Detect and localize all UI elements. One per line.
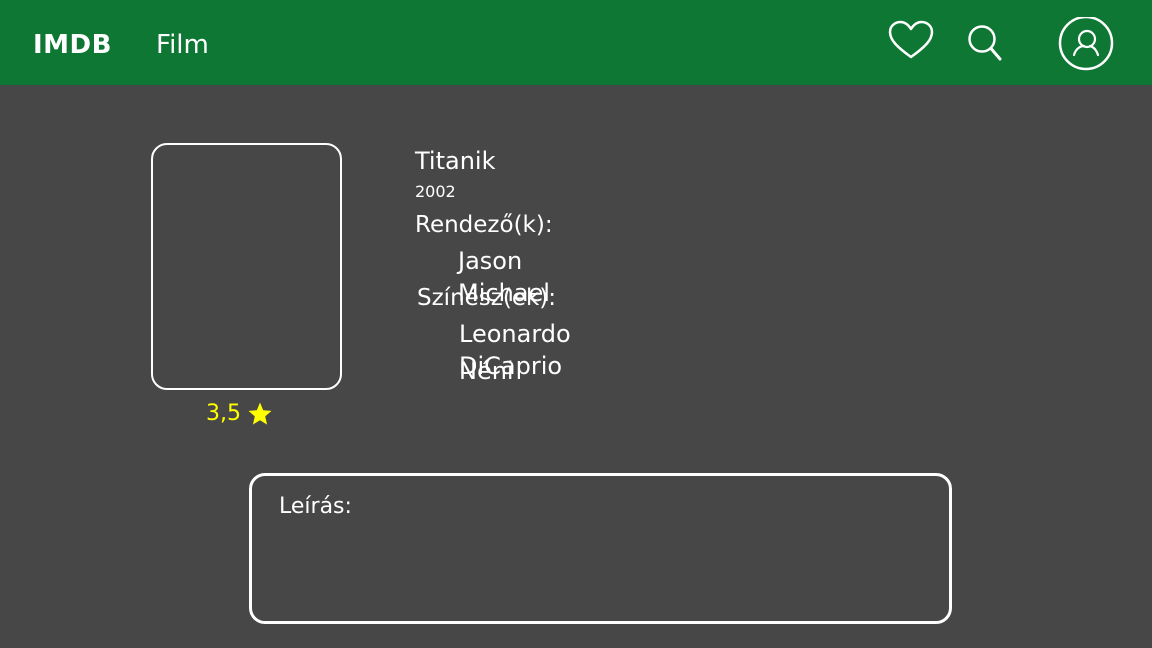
nav-film-link[interactable]: Film — [156, 28, 209, 62]
profile-button[interactable] — [1057, 15, 1117, 71]
directors-label: Rendező(k): — [415, 212, 553, 238]
user-icon — [1058, 15, 1114, 71]
description-box: Leírás: — [249, 473, 952, 624]
actors-label: Színész(ek): — [417, 285, 557, 311]
rating-value: 3,5 — [206, 401, 241, 426]
actor-item: Néni — [459, 357, 514, 385]
movie-year: 2002 — [415, 182, 456, 201]
heart-icon — [888, 20, 934, 59]
star-icon — [248, 402, 272, 425]
favorites-button[interactable] — [887, 20, 935, 62]
search-button[interactable] — [966, 21, 1006, 65]
rating-display: 3,5 — [206, 399, 273, 429]
movie-poster-placeholder — [151, 143, 342, 390]
movie-title: Titanik — [415, 147, 496, 175]
top-navigation-bar: IMDB Film — [0, 0, 1152, 85]
description-label: Leírás: — [279, 494, 352, 519]
search-icon — [968, 25, 1002, 61]
brand-logo[interactable]: IMDB — [33, 28, 112, 62]
